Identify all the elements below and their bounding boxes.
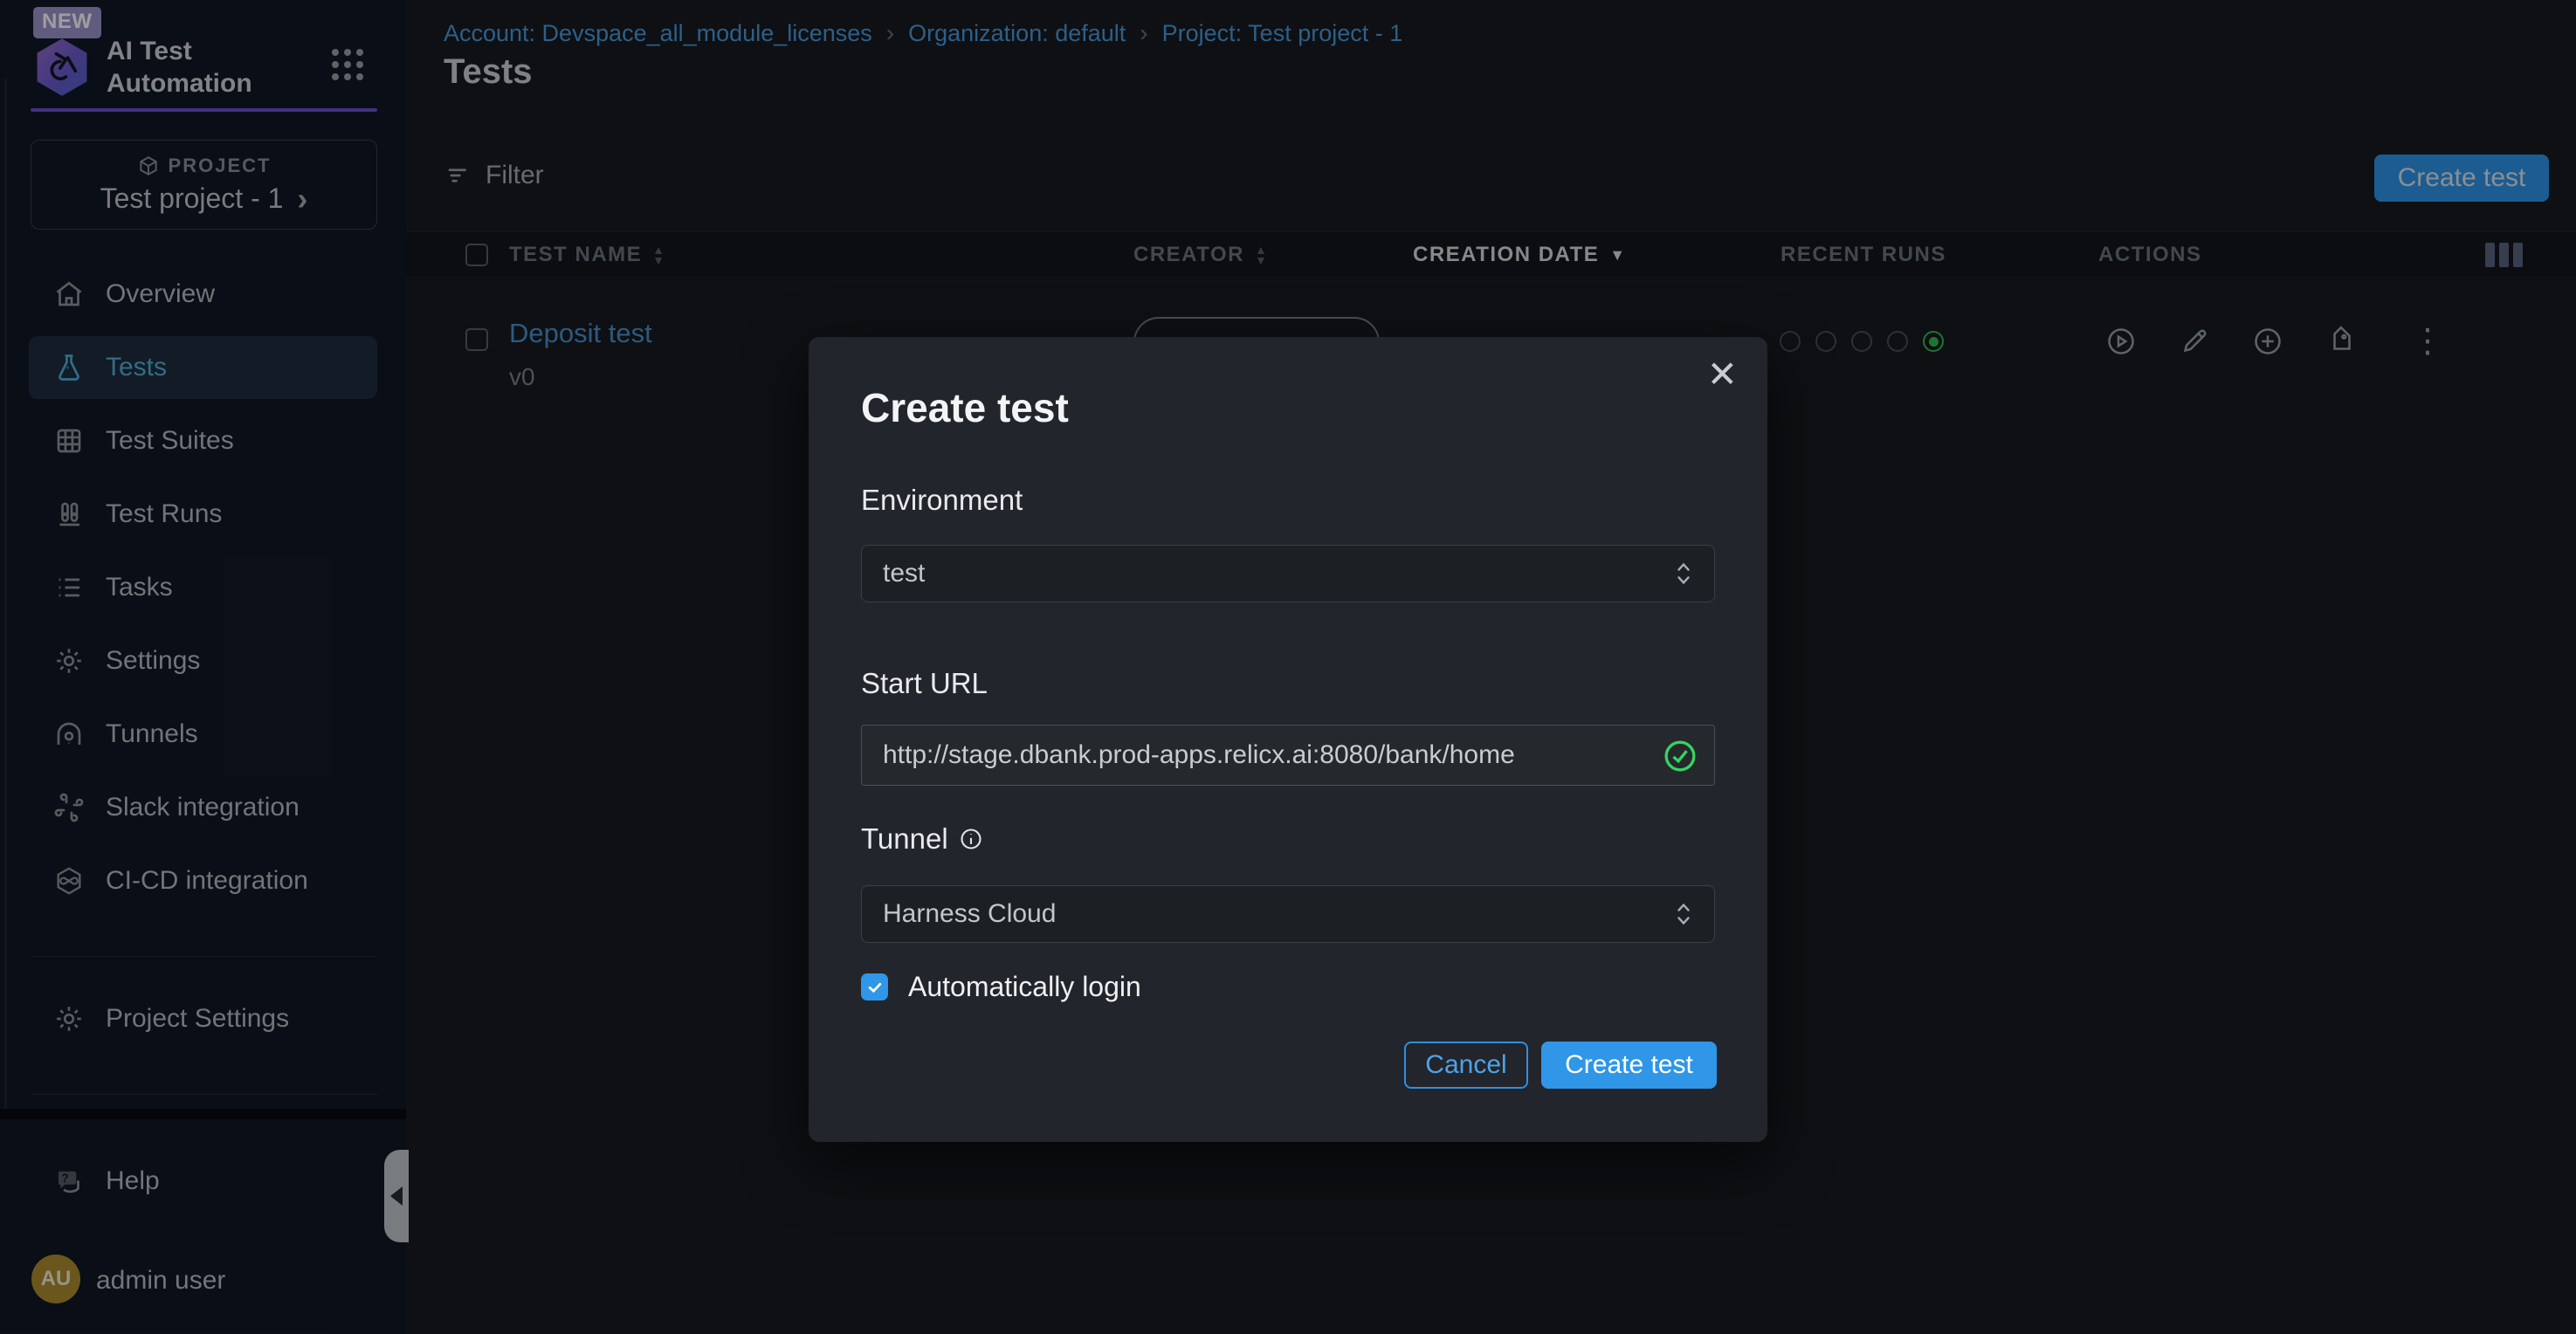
tunnel-label: Tunnel [861, 822, 948, 856]
auto-login-label: Automatically login [908, 971, 1141, 1003]
app-root: NEW AI Test Automation [0, 0, 2576, 1334]
create-test-modal: ✕ Create test Environment test Start URL… [809, 337, 1767, 1142]
tunnel-label-row: Tunnel [861, 822, 983, 856]
modal-create-test-button[interactable]: Create test [1541, 1042, 1717, 1089]
select-chevrons-icon [1674, 559, 1693, 588]
start-url-label: Start URL [861, 667, 988, 700]
auto-login-row: Automatically login [861, 971, 1141, 1003]
close-icon[interactable]: ✕ [1707, 356, 1738, 393]
environment-select[interactable]: test [861, 545, 1715, 602]
url-valid-check-icon [1663, 739, 1698, 774]
start-url-input[interactable] [861, 725, 1715, 786]
auto-login-checkbox[interactable] [861, 973, 888, 1000]
cancel-button[interactable]: Cancel [1404, 1042, 1528, 1089]
info-icon[interactable] [959, 827, 983, 851]
environment-value: test [883, 559, 1674, 588]
select-chevrons-icon [1674, 899, 1693, 929]
modal-title: Create test [861, 384, 1069, 431]
environment-label: Environment [861, 484, 1023, 517]
tunnel-select[interactable]: Harness Cloud [861, 885, 1715, 943]
tunnel-value: Harness Cloud [883, 899, 1674, 929]
check-icon [866, 979, 884, 996]
